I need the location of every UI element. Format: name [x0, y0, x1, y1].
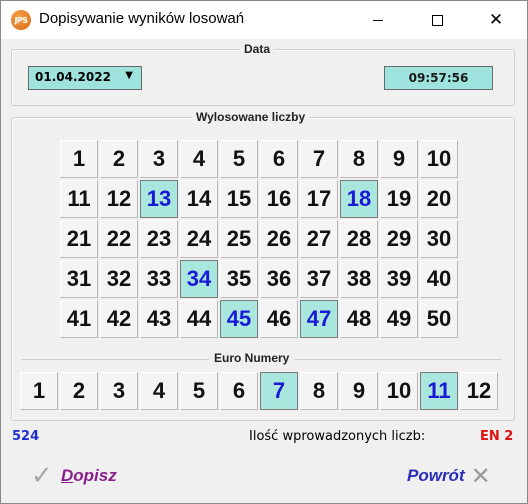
number-cell-12[interactable]: 12 [100, 180, 138, 218]
number-cell-2[interactable]: 2 [100, 140, 138, 178]
number-cell-1[interactable]: 1 [60, 140, 98, 178]
number-cell-41[interactable]: 41 [60, 300, 98, 338]
date-picker[interactable]: 01.04.2022 ▼ [28, 66, 142, 90]
number-cell-7[interactable]: 7 [300, 140, 338, 178]
checkmark-icon: ✓ [31, 461, 53, 491]
number-cell-8[interactable]: 8 [340, 140, 378, 178]
maximize-button[interactable] [414, 1, 460, 39]
maximize-icon [431, 14, 443, 26]
drawn-numbers-legend: Wylosowane liczby [192, 110, 310, 124]
euro-number-cell-5[interactable]: 5 [180, 372, 218, 410]
euro-number-cell-8[interactable]: 8 [300, 372, 338, 410]
number-cell-44[interactable]: 44 [180, 300, 218, 338]
dopisz-button[interactable]: ✓ Dopisz [31, 461, 117, 491]
number-cell-28[interactable]: 28 [340, 220, 378, 258]
number-cell-18[interactable]: 18 [340, 180, 378, 218]
euro-number-cell-1[interactable]: 1 [20, 372, 58, 410]
number-cell-11[interactable]: 11 [60, 180, 98, 218]
powrot-label: Powrót [407, 466, 465, 485]
minimize-icon [373, 19, 383, 21]
number-cell-32[interactable]: 32 [100, 260, 138, 298]
powrot-button[interactable]: Powrót ✕ [407, 461, 491, 491]
number-cell-40[interactable]: 40 [420, 260, 458, 298]
entered-count-value: EN 2 [480, 429, 514, 444]
number-cell-17[interactable]: 17 [300, 180, 338, 218]
number-cell-25[interactable]: 25 [220, 220, 258, 258]
number-cell-5[interactable]: 5 [220, 140, 258, 178]
number-cell-19[interactable]: 19 [380, 180, 418, 218]
number-cell-13[interactable]: 13 [140, 180, 178, 218]
number-cell-3[interactable]: 3 [140, 140, 178, 178]
cancel-x-icon: ✕ [470, 462, 491, 490]
number-cell-37[interactable]: 37 [300, 260, 338, 298]
number-cell-20[interactable]: 20 [420, 180, 458, 218]
number-cell-34[interactable]: 34 [180, 260, 218, 298]
euro-number-cell-7[interactable]: 7 [260, 372, 298, 410]
entered-count-label: Ilość wprowadzonych liczb: [249, 429, 426, 444]
number-cell-36[interactable]: 36 [260, 260, 298, 298]
number-cell-45[interactable]: 45 [220, 300, 258, 338]
close-icon: ✕ [488, 9, 504, 30]
number-cell-27[interactable]: 27 [300, 220, 338, 258]
number-cell-6[interactable]: 6 [260, 140, 298, 178]
app-icon: JPS [11, 10, 31, 30]
minimize-button[interactable] [355, 1, 401, 39]
dopisz-label: Dopisz [61, 466, 117, 485]
number-cell-49[interactable]: 49 [380, 300, 418, 338]
number-cell-14[interactable]: 14 [180, 180, 218, 218]
number-cell-10[interactable]: 10 [420, 140, 458, 178]
number-cell-35[interactable]: 35 [220, 260, 258, 298]
euro-number-cell-10[interactable]: 10 [380, 372, 418, 410]
euro-numbers-legend: Euro Numery [209, 351, 295, 365]
number-cell-43[interactable]: 43 [140, 300, 178, 338]
number-cell-33[interactable]: 33 [140, 260, 178, 298]
time-display: 09:57:56 [384, 66, 493, 90]
number-cell-50[interactable]: 50 [420, 300, 458, 338]
number-cell-38[interactable]: 38 [340, 260, 378, 298]
number-cell-23[interactable]: 23 [140, 220, 178, 258]
draw-counter: 524 [12, 429, 40, 444]
euro-number-cell-11[interactable]: 11 [420, 372, 458, 410]
euro-number-cell-4[interactable]: 4 [140, 372, 178, 410]
euro-number-cell-2[interactable]: 2 [60, 372, 98, 410]
number-cell-42[interactable]: 42 [100, 300, 138, 338]
number-cell-39[interactable]: 39 [380, 260, 418, 298]
window-title: Dopisywanie wyników losowań [39, 10, 245, 27]
number-cell-22[interactable]: 22 [100, 220, 138, 258]
title-bar[interactable]: JPS Dopisywanie wyników losowań ✕ [1, 1, 527, 39]
number-cell-31[interactable]: 31 [60, 260, 98, 298]
number-cell-46[interactable]: 46 [260, 300, 298, 338]
number-cell-26[interactable]: 26 [260, 220, 298, 258]
euro-number-cell-6[interactable]: 6 [220, 372, 258, 410]
dialog-window: JPS Dopisywanie wyników losowań ✕ Data 0… [0, 0, 528, 504]
euro-number-cell-12[interactable]: 12 [460, 372, 498, 410]
number-cell-29[interactable]: 29 [380, 220, 418, 258]
close-button[interactable]: ✕ [473, 1, 519, 39]
number-cell-4[interactable]: 4 [180, 140, 218, 178]
dropdown-arrow-icon[interactable]: ▼ [125, 70, 133, 81]
number-cell-30[interactable]: 30 [420, 220, 458, 258]
number-cell-21[interactable]: 21 [60, 220, 98, 258]
euro-number-cell-3[interactable]: 3 [100, 372, 138, 410]
euro-number-cell-9[interactable]: 9 [340, 372, 378, 410]
date-value: 01.04.2022 [35, 70, 111, 84]
number-cell-16[interactable]: 16 [260, 180, 298, 218]
number-cell-47[interactable]: 47 [300, 300, 338, 338]
number-cell-15[interactable]: 15 [220, 180, 258, 218]
number-cell-24[interactable]: 24 [180, 220, 218, 258]
date-group-legend: Data [240, 42, 275, 56]
number-cell-9[interactable]: 9 [380, 140, 418, 178]
number-cell-48[interactable]: 48 [340, 300, 378, 338]
